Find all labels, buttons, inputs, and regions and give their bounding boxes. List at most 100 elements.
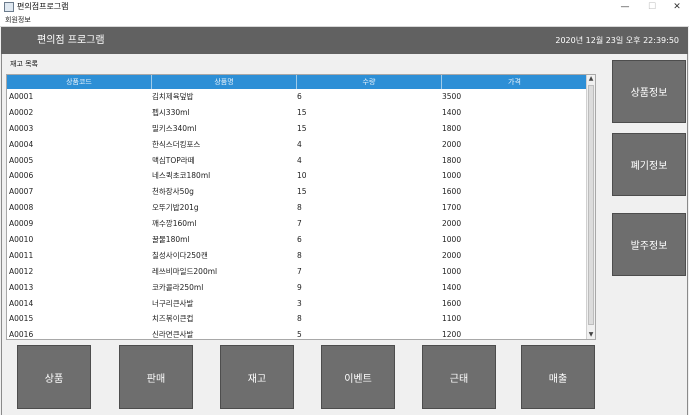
cell-quantity: 7: [297, 266, 302, 276]
cell-name: 코카콜라250ml: [152, 282, 204, 292]
app-icon: [4, 2, 14, 12]
cell-price: 1100: [442, 314, 462, 324]
cell-price: 1700: [442, 203, 462, 213]
column-header-code[interactable]: 상품코드: [7, 75, 152, 89]
table-row[interactable]: A0004 한식스더킹포스 4 2000: [7, 137, 587, 153]
cell-code: A0015: [9, 314, 34, 324]
table-row[interactable]: A0006 네스퀵초코180ml 10 1000: [7, 168, 587, 184]
cell-price: 1400: [442, 282, 462, 292]
cell-price: 1600: [442, 187, 462, 197]
attendance-button[interactable]: 근태: [422, 345, 496, 409]
cell-price: 1800: [442, 155, 462, 165]
window-title: 편의점프로그램: [17, 2, 69, 11]
product-button[interactable]: 상품: [17, 345, 91, 409]
product-info-button[interactable]: 상품정보: [612, 60, 686, 123]
table-body: A0001 김치제육덮밥 6 3500 A0002 펩시330ml 15 1400 A0003 밀…: [7, 89, 587, 340]
table-row[interactable]: A0013 코카콜라250ml 9 1400: [7, 280, 587, 296]
cell-name: 김치제육덮밥: [152, 92, 194, 101]
menu-member-info[interactable]: 회원정보: [5, 15, 31, 25]
inventory-table[interactable]: 상품코드 상품명 수량 가격 A0001 김치제육덮밥 6 3500 A0002 펩시33…: [6, 74, 596, 340]
minimize-button[interactable]: —: [613, 0, 637, 14]
table-row[interactable]: A0014 너구리큰사발 3 1600: [7, 296, 587, 312]
cell-price: 1600: [442, 298, 462, 308]
cell-name: 깨수깡160ml: [152, 219, 197, 229]
sales-button[interactable]: 판매: [119, 345, 193, 409]
cell-quantity: 6: [297, 92, 302, 101]
inventory-list-label: 재고 목록: [10, 60, 38, 68]
cell-price: 1800: [442, 123, 462, 133]
scrollbar-thumb[interactable]: [588, 85, 594, 325]
maximize-button[interactable]: ☐: [640, 0, 664, 14]
disposal-info-button[interactable]: 폐기정보: [612, 133, 686, 196]
cell-code: A0012: [9, 266, 34, 276]
cell-quantity: 9: [297, 282, 302, 292]
order-info-button[interactable]: 발주정보: [612, 213, 686, 276]
cell-name: 펩시330ml: [152, 107, 190, 117]
revenue-button[interactable]: 매출: [521, 345, 595, 409]
event-button[interactable]: 이벤트: [321, 345, 395, 409]
cell-quantity: 8: [297, 314, 302, 324]
cell-name: 칠성사이다250캔: [152, 250, 208, 260]
table-row[interactable]: A0009 깨수깡160ml 7 2000: [7, 216, 587, 232]
cell-price: 2000: [442, 139, 462, 149]
cell-name: 맥심TOP라떼: [152, 155, 195, 165]
column-header-name[interactable]: 상품명: [152, 75, 297, 89]
cell-price: 1000: [442, 171, 462, 181]
cell-code: A0010: [9, 235, 34, 245]
table-row[interactable]: A0008 오뚜기밥201g 8 1700: [7, 200, 587, 216]
table-scrollbar[interactable]: ▲ ▼: [586, 75, 595, 339]
cell-code: A0014: [9, 298, 34, 308]
cell-code: A0003: [9, 123, 34, 133]
table-row[interactable]: A0005 맥심TOP라떼 4 1800: [7, 153, 587, 169]
cell-quantity: 7: [297, 219, 302, 229]
cell-price: 1000: [442, 266, 462, 276]
cell-name: 오뚜기밥201g: [152, 203, 199, 213]
cell-name: 밀키스340ml: [152, 123, 197, 133]
cell-name: 천하장사50g: [152, 187, 194, 197]
cell-code: A0006: [9, 171, 34, 181]
app-header: 편의점 프로그램 2020년 12월 23일 오후 22:39:50: [1, 27, 688, 54]
table-row[interactable]: A0012 레쓰비마일드200ml 7 1000: [7, 264, 587, 280]
cell-code: A0008: [9, 203, 34, 213]
column-header-price[interactable]: 가격: [442, 75, 587, 89]
cell-quantity: 6: [297, 235, 302, 245]
table-row[interactable]: A0015 치즈볶이큰컵 8 1100: [7, 311, 587, 327]
table-header: 상품코드 상품명 수량 가격: [7, 75, 587, 89]
table-row[interactable]: A0007 천하장사50g 15 1600: [7, 184, 587, 200]
table-row[interactable]: A0001 김치제육덮밥 6 3500: [7, 89, 587, 105]
close-button[interactable]: ✕: [665, 0, 689, 14]
cell-name: 신라면큰사발: [152, 330, 194, 340]
table-row[interactable]: A0016 신라면큰사발 5 1200: [7, 327, 587, 340]
cell-price: 2000: [442, 250, 462, 260]
cell-quantity: 10: [297, 171, 307, 181]
cell-name: 한식스더킹포스: [152, 139, 201, 149]
window-titlebar: 편의점프로그램 — ☐ ✕: [0, 0, 689, 14]
inventory-button[interactable]: 재고: [220, 345, 294, 409]
table-row[interactable]: A0003 밀키스340ml 15 1800: [7, 121, 587, 137]
table-row[interactable]: A0002 펩시330ml 15 1400: [7, 105, 587, 121]
cell-price: 1400: [442, 107, 462, 117]
cell-quantity: 15: [297, 123, 307, 133]
scroll-down-arrow-icon[interactable]: ▼: [587, 331, 595, 339]
cell-quantity: 4: [297, 155, 302, 165]
cell-name: 치즈볶이큰컵: [152, 314, 194, 324]
menubar: 회원정보: [0, 14, 689, 27]
cell-code: A0004: [9, 139, 34, 149]
cell-code: A0002: [9, 107, 34, 117]
cell-quantity: 15: [297, 187, 307, 197]
cell-code: A0016: [9, 330, 34, 340]
column-header-quantity[interactable]: 수량: [297, 75, 442, 89]
cell-price: 3500: [442, 92, 462, 101]
cell-code: A0005: [9, 155, 34, 165]
table-row[interactable]: A0011 칠성사이다250캔 8 2000: [7, 248, 587, 264]
cell-name: 네스퀵초코180ml: [152, 171, 211, 181]
cell-name: 너구리큰사발: [152, 298, 194, 308]
cell-price: 1200: [442, 330, 462, 340]
scroll-up-arrow-icon[interactable]: ▲: [587, 75, 595, 83]
cell-quantity: 4: [297, 139, 302, 149]
cell-code: A0001: [9, 92, 34, 101]
cell-code: A0007: [9, 187, 34, 197]
cell-name: 꿀물180ml: [152, 235, 190, 245]
table-row[interactable]: A0010 꿀물180ml 6 1000: [7, 232, 587, 248]
cell-quantity: 15: [297, 107, 307, 117]
